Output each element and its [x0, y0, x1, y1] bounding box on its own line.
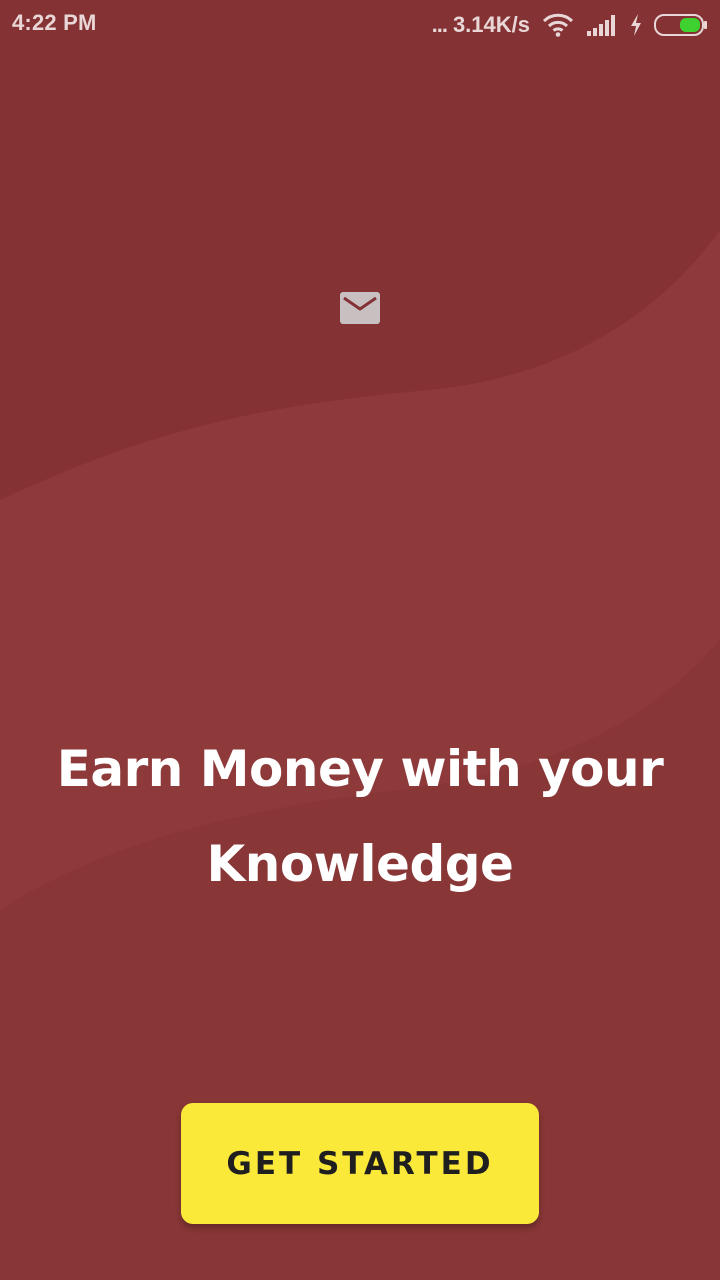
status-time: 4:22 PM — [12, 10, 97, 35]
get-started-label: GET STARTED — [226, 1145, 494, 1182]
battery-icon — [654, 14, 708, 36]
status-indicators: ... 3.14K/s — [432, 8, 708, 42]
network-speed: 3.14K/s — [452, 12, 530, 37]
background-waves — [0, 230, 720, 1280]
status-bar: 4:22 PM ... 3.14K/s — [0, 0, 720, 50]
more-notifications-dots: ... — [431, 12, 448, 37]
mail-icon — [340, 292, 380, 324]
welcome-screen: 4:22 PM ... 3.14K/s Earn Money with your… — [0, 0, 720, 1280]
signal-icon — [586, 13, 618, 37]
get-started-button[interactable]: GET STARTED — [181, 1103, 539, 1224]
headline: Earn Money with your Knowledge — [56, 740, 664, 893]
charging-icon — [630, 14, 642, 36]
wifi-icon — [542, 13, 574, 37]
